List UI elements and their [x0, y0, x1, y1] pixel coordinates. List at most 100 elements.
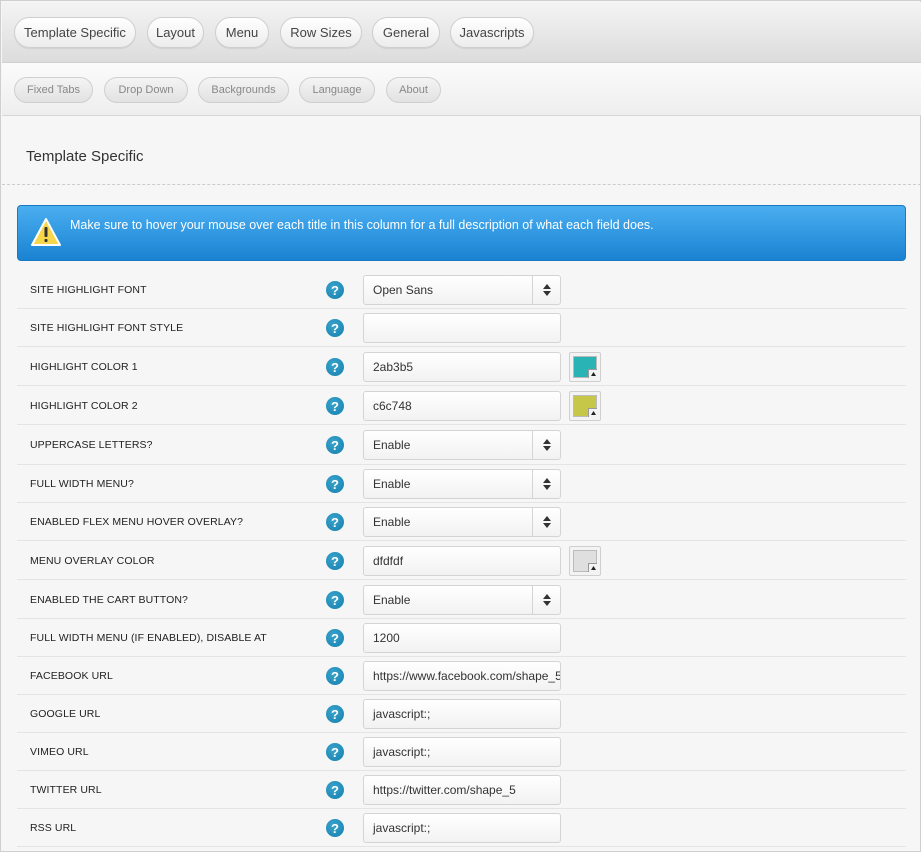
- tab-fixed-tabs[interactable]: Fixed Tabs: [14, 77, 93, 103]
- select-field[interactable]: Enable: [363, 507, 561, 537]
- field-value: https://www.facebook.com/shape_5: [373, 669, 561, 683]
- form-row: HIGHLIGHT COLOR 2? c6c748: [17, 386, 906, 425]
- help-icon[interactable]: ?: [326, 552, 344, 570]
- help-icon[interactable]: ?: [326, 319, 344, 337]
- main-tab-bar: Template Specific Layout Menu Row Sizes …: [2, 2, 921, 63]
- select-arrows-icon: [532, 431, 560, 459]
- select-field[interactable]: Enable: [363, 469, 561, 499]
- color-input[interactable]: dfdfdf: [363, 546, 561, 576]
- form-row: FULL WIDTH MENU?? Enable: [17, 465, 906, 503]
- caret-up-icon: [588, 563, 597, 572]
- help-icon[interactable]: ?: [326, 436, 344, 454]
- help-icon[interactable]: ?: [326, 705, 344, 723]
- field-label[interactable]: TWITTER URL: [30, 784, 102, 796]
- section-divider: [2, 184, 921, 185]
- select-arrows-icon: [532, 586, 560, 614]
- select-field[interactable]: Enable: [363, 430, 561, 460]
- tab-about[interactable]: About: [386, 77, 441, 103]
- tab-layout[interactable]: Layout: [147, 17, 204, 48]
- help-icon[interactable]: ?: [326, 781, 344, 799]
- warning-icon: [31, 218, 61, 246]
- form-row: HIGHLIGHT COLOR 1? 2ab3b5: [17, 347, 906, 386]
- info-banner: Make sure to hover your mouse over each …: [17, 205, 906, 261]
- color-swatch-fill: [573, 550, 597, 572]
- help-icon[interactable]: ?: [326, 475, 344, 493]
- text-input[interactable]: https://twitter.com/shape_5: [363, 775, 561, 805]
- help-icon[interactable]: ?: [326, 397, 344, 415]
- field-value: dfdfdf: [373, 554, 404, 568]
- help-icon[interactable]: ?: [326, 591, 344, 609]
- help-icon[interactable]: ?: [326, 513, 344, 531]
- field-label[interactable]: HIGHLIGHT COLOR 2: [30, 400, 138, 412]
- tab-javascripts[interactable]: Javascripts: [450, 17, 534, 48]
- color-input[interactable]: c6c748: [363, 391, 561, 421]
- tab-menu[interactable]: Menu: [215, 17, 269, 48]
- form-row: UPPERCASE LETTERS?? Enable: [17, 425, 906, 465]
- field-value: Open Sans: [373, 283, 434, 297]
- select-arrows-icon: [532, 276, 560, 304]
- form-row: TWITTER URL? https://twitter.com/shape_5: [17, 771, 906, 809]
- field-value: Enable: [373, 593, 411, 607]
- color-swatch[interactable]: [569, 546, 601, 576]
- field-value: 1200: [373, 631, 400, 645]
- help-icon[interactable]: ?: [326, 667, 344, 685]
- text-input[interactable]: javascript:;: [363, 737, 561, 767]
- form-row: MENU OVERLAY COLOR? dfdfdf: [17, 541, 906, 580]
- field-value: Enable: [373, 438, 411, 452]
- form-row: FACEBOOK URL? https://www.facebook.com/sh…: [17, 657, 906, 695]
- help-icon[interactable]: ?: [326, 819, 344, 837]
- tab-backgrounds[interactable]: Backgrounds: [198, 77, 289, 103]
- caret-up-icon: [588, 408, 597, 417]
- field-label[interactable]: RSS URL: [30, 822, 76, 834]
- form-row: ENABLED THE CART BUTTON?? Enable: [17, 580, 906, 619]
- section-title: Template Specific: [26, 148, 144, 165]
- field-label[interactable]: FULL WIDTH MENU?: [30, 478, 134, 490]
- select-arrows-icon: [532, 508, 560, 536]
- form-row: VIMEO URL? javascript:;: [17, 733, 906, 771]
- field-label[interactable]: HIGHLIGHT COLOR 1: [30, 361, 138, 373]
- color-input[interactable]: 2ab3b5: [363, 352, 561, 382]
- help-icon[interactable]: ?: [326, 281, 344, 299]
- text-input[interactable]: javascript:;: [363, 813, 561, 843]
- select-field[interactable]: Enable: [363, 585, 561, 615]
- field-value: https://twitter.com/shape_5: [373, 783, 516, 797]
- field-label[interactable]: MENU OVERLAY COLOR: [30, 555, 155, 567]
- field-label[interactable]: UPPERCASE LETTERS?: [30, 439, 153, 451]
- help-icon[interactable]: ?: [326, 629, 344, 647]
- field-label[interactable]: FULL WIDTH MENU (IF ENABLED), DISABLE AT: [30, 632, 267, 644]
- field-label[interactable]: GOOGLE URL: [30, 708, 100, 720]
- text-input[interactable]: https://www.facebook.com/shape_5: [363, 661, 561, 691]
- select-arrows-icon: [532, 470, 560, 498]
- field-label[interactable]: ENABLED THE CART BUTTON?: [30, 594, 188, 606]
- field-label[interactable]: FACEBOOK URL: [30, 670, 113, 682]
- color-swatch-fill: [573, 395, 597, 417]
- field-label[interactable]: SITE HIGHLIGHT FONT: [30, 284, 147, 296]
- field-value: javascript:;: [373, 821, 431, 835]
- color-swatch[interactable]: [569, 352, 601, 382]
- select-field[interactable]: Open Sans: [363, 275, 561, 305]
- tab-drop-down[interactable]: Drop Down: [104, 77, 188, 103]
- help-icon[interactable]: ?: [326, 358, 344, 376]
- field-label[interactable]: ENABLED FLEX MENU HOVER OVERLAY?: [30, 516, 243, 528]
- form-row: ENABLED FLEX MENU HOVER OVERLAY?? Enable: [17, 503, 906, 541]
- help-icon[interactable]: ?: [326, 743, 344, 761]
- form-row: GOOGLE URL? javascript:;: [17, 695, 906, 733]
- tab-language[interactable]: Language: [299, 77, 375, 103]
- field-value: Enable: [373, 515, 411, 529]
- tab-row-sizes[interactable]: Row Sizes: [280, 17, 362, 48]
- form-row: FULL WIDTH MENU (IF ENABLED), DISABLE AT…: [17, 619, 906, 657]
- field-label[interactable]: SITE HIGHLIGHT FONT STYLE: [30, 322, 183, 334]
- color-swatch-fill: [573, 356, 597, 378]
- tab-general[interactable]: General: [372, 17, 440, 48]
- field-value: 2ab3b5: [373, 360, 414, 374]
- text-input[interactable]: [363, 313, 561, 343]
- caret-up-icon: [588, 369, 597, 378]
- color-swatch[interactable]: [569, 391, 601, 421]
- field-value: javascript:;: [373, 707, 431, 721]
- field-label[interactable]: VIMEO URL: [30, 746, 89, 758]
- field-value: Enable: [373, 477, 411, 491]
- tab-template-specific[interactable]: Template Specific: [14, 17, 136, 48]
- field-value: c6c748: [373, 399, 412, 413]
- text-input[interactable]: javascript:;: [363, 699, 561, 729]
- text-input[interactable]: 1200: [363, 623, 561, 653]
